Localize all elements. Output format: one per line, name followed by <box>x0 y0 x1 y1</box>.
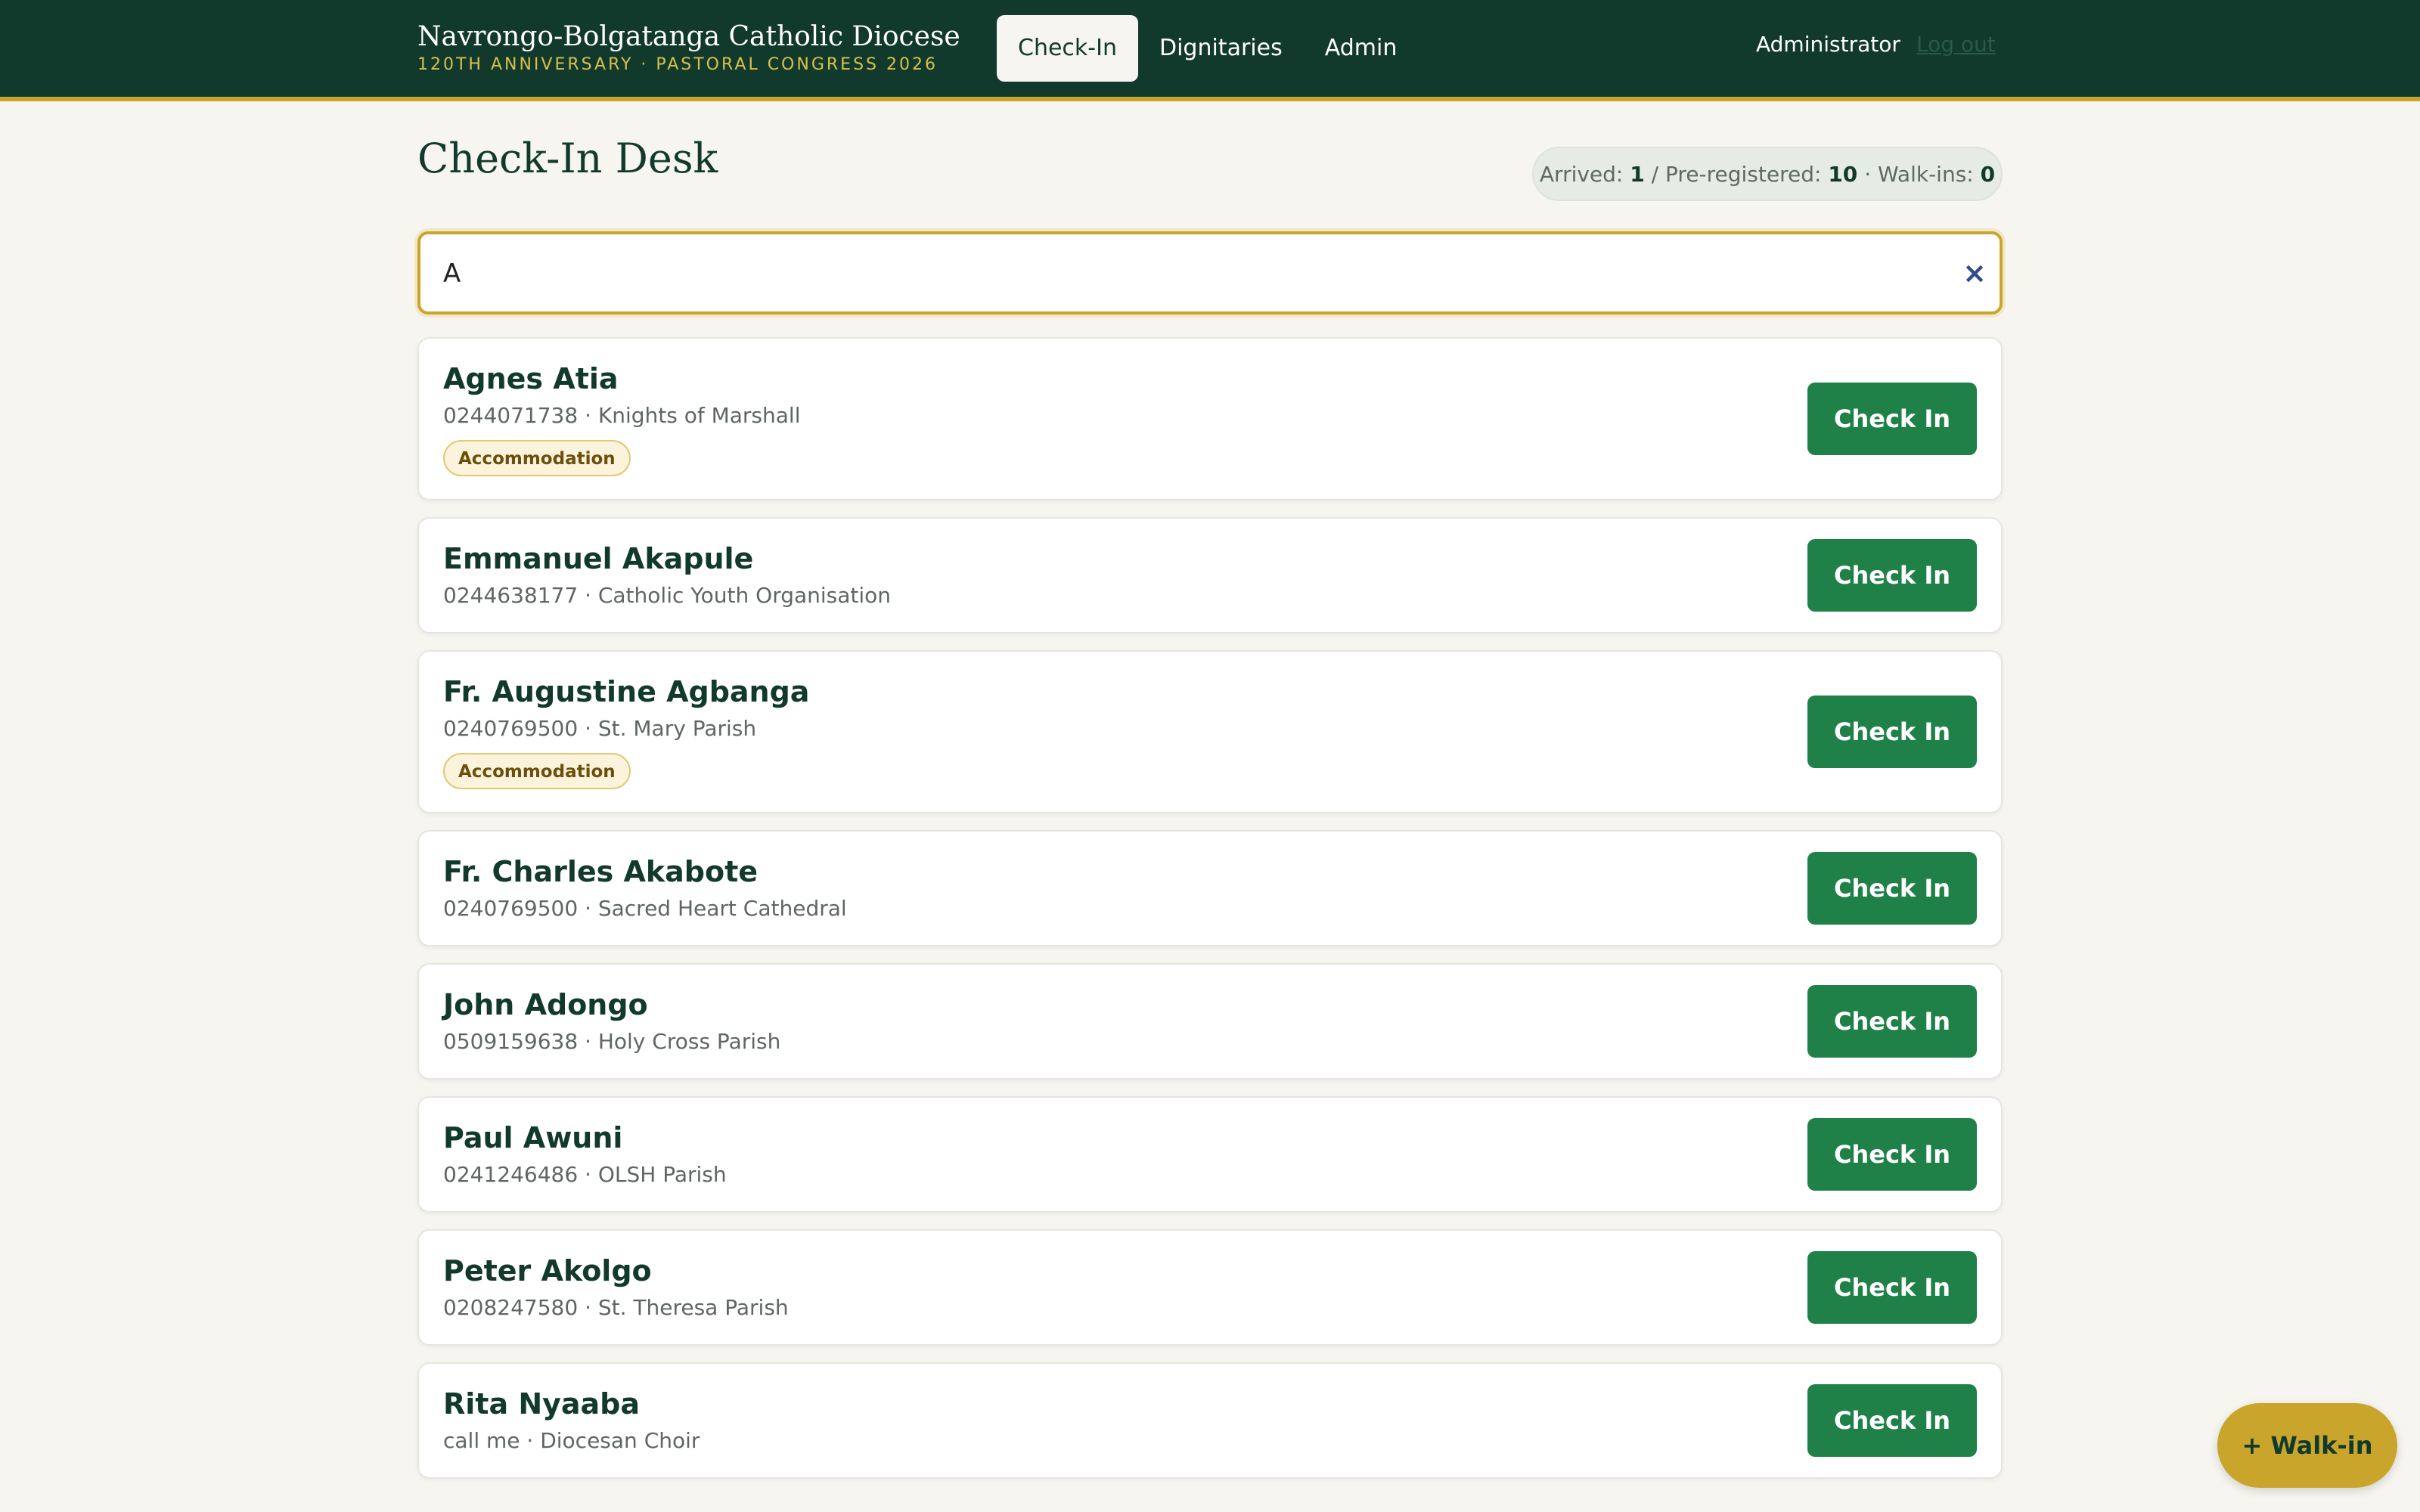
search-box: × <box>417 231 2003 314</box>
check-in-button[interactable]: Check In <box>1807 696 1977 768</box>
attendee-meta: 0244071738 · Knights of Marshall <box>443 403 801 428</box>
check-in-button[interactable]: Check In <box>1807 852 1977 925</box>
brand-title: Navrongo-Bolgatanga Catholic Diocese <box>417 21 960 52</box>
attendee-list: Agnes Atia 0244071738 · Knights of Marsh… <box>417 337 2003 1495</box>
attendee-meta: 0240769500 · Sacred Heart Cathedral <box>443 896 847 921</box>
attendee-card: Agnes Atia 0244071738 · Knights of Marsh… <box>417 337 2003 500</box>
attendee-name: Agnes Atia <box>443 362 619 395</box>
search-input[interactable] <box>442 249 1882 298</box>
attendee-card: Peter Akolgo 0208247580 · St. Theresa Pa… <box>417 1229 2003 1346</box>
attendee-meta: 0208247580 · St. Theresa Parish <box>443 1295 789 1320</box>
check-in-button[interactable]: Check In <box>1807 985 1977 1058</box>
attendee-card: Emmanuel Akapule 0244638177 · Catholic Y… <box>417 517 2003 634</box>
current-user: Administrator <box>1756 32 1900 57</box>
logout-link[interactable]: Log out <box>1916 32 1996 57</box>
attendee-name: Emmanuel Akapule <box>443 542 754 575</box>
attendee-card: John Adongo 0509159638 · Holy Cross Pari… <box>417 963 2003 1080</box>
attendee-card: Fr. Augustine Agbanga 0240769500 · St. M… <box>417 650 2003 813</box>
preregistered-count: 10 <box>1828 161 1858 187</box>
clear-search-icon[interactable]: × <box>1956 254 1993 292</box>
check-in-button[interactable]: Check In <box>1807 1118 1977 1191</box>
arrived-count: 1 <box>1630 161 1645 187</box>
tab-dignitaries[interactable]: Dignitaries <box>1138 15 1304 82</box>
attendee-name: Fr. Charles Akabote <box>443 855 759 888</box>
attendee-name: Rita Nyaaba <box>443 1387 641 1421</box>
check-in-button[interactable]: Check In <box>1807 1251 1977 1324</box>
check-in-button[interactable]: Check In <box>1807 539 1977 612</box>
add-walk-in-button[interactable]: + Walk-in <box>2217 1403 2397 1488</box>
checkin-stats-badge: Arrived: 1 / Pre-registered: 10 · Walk-i… <box>1532 147 2003 201</box>
attendee-meta: call me · Diocesan Choir <box>443 1428 700 1453</box>
attendee-meta: 0241246486 · OLSH Parish <box>443 1162 727 1187</box>
attendee-meta: 0240769500 · St. Mary Parish <box>443 716 757 741</box>
attendee-meta: 0509159638 · Holy Cross Parish <box>443 1029 781 1054</box>
check-in-button[interactable]: Check In <box>1807 1384 1977 1457</box>
preregistered-label: Pre-registered: <box>1665 161 1822 187</box>
accommodation-tag: Accommodation <box>443 440 631 476</box>
accommodation-tag: Accommodation <box>443 753 631 789</box>
attendee-meta: 0244638177 · Catholic Youth Organisation <box>443 583 892 608</box>
stats-separator: / <box>1651 161 1659 187</box>
attendee-name: Paul Awuni <box>443 1121 623 1154</box>
walkins-count: 0 <box>1980 161 1996 187</box>
attendee-card: Fr. Charles Akabote 0240769500 · Sacred … <box>417 830 2003 947</box>
attendee-card: Paul Awuni 0241246486 · OLSH Parish Chec… <box>417 1096 2003 1213</box>
attendee-name: Peter Akolgo <box>443 1254 652 1287</box>
attendee-name: John Adongo <box>443 988 648 1021</box>
tab-check-in[interactable]: Check-In <box>997 15 1138 82</box>
main-nav: Check-In Dignitaries Admin <box>997 15 1418 82</box>
tab-admin[interactable]: Admin <box>1304 15 1419 82</box>
attendee-name: Fr. Augustine Agbanga <box>443 675 810 708</box>
top-header: Navrongo-Bolgatanga Catholic Diocese 120… <box>0 0 2420 101</box>
attendee-card: Rita Nyaaba call me · Diocesan Choir Che… <box>417 1362 2003 1479</box>
walkins-label: Walk-ins: <box>1878 161 1974 187</box>
arrived-label: Arrived: <box>1539 161 1624 187</box>
brand-subtitle: 120TH ANNIVERSARY · PASTORAL CONGRESS 20… <box>417 55 938 74</box>
stats-separator: · <box>1864 161 1872 187</box>
brand: Navrongo-Bolgatanga Catholic Diocese 120… <box>417 20 960 76</box>
page-title: Check-In Desk <box>417 135 718 182</box>
check-in-button[interactable]: Check In <box>1807 383 1977 455</box>
